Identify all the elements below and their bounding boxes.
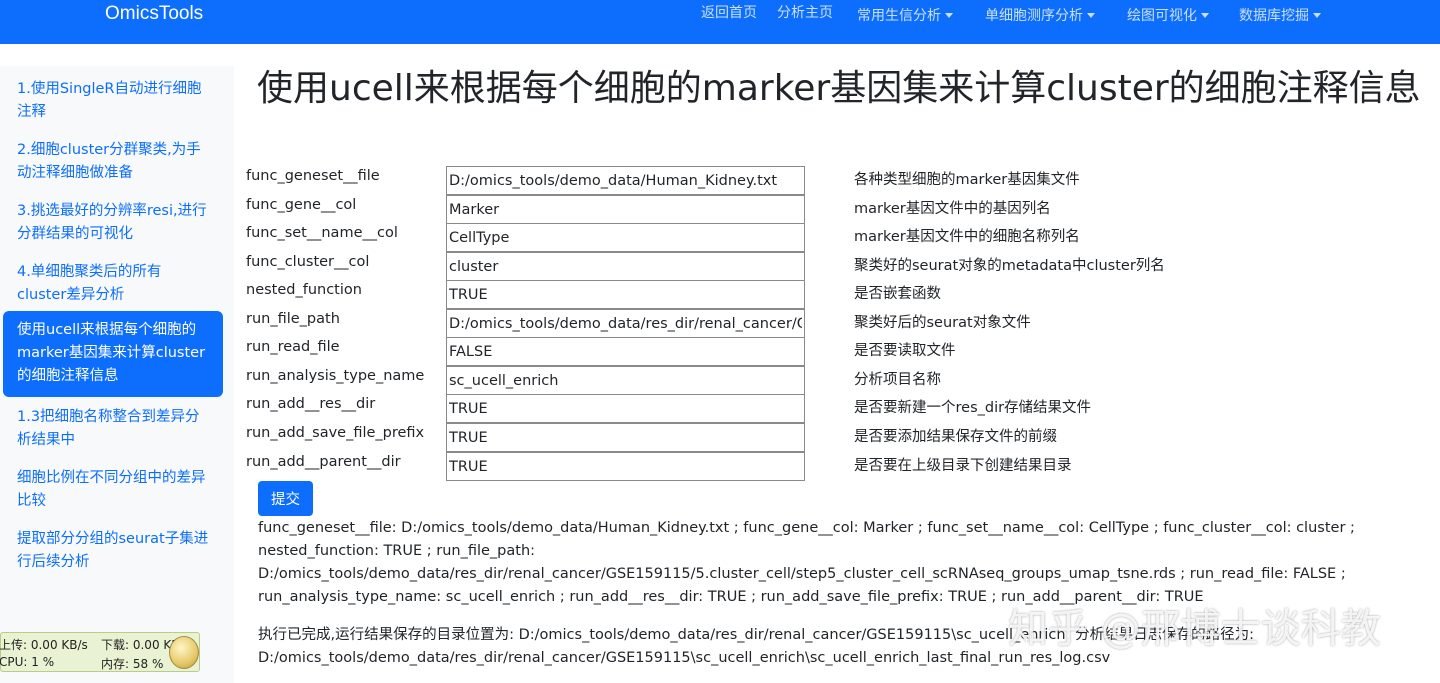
cluster-col-input[interactable] — [446, 252, 805, 281]
form-row-set-name-col: func_set__name__col marker基因文件中的细胞名称列名 — [246, 223, 1436, 252]
run-file-path-input[interactable] — [446, 309, 805, 338]
field-label: nested_function — [246, 282, 362, 298]
monitor-ball-icon — [169, 636, 199, 669]
cpu-usage: CPU: 1 % — [0, 655, 55, 669]
nav-analysis-home-label: 分析主页 — [777, 5, 833, 21]
form-row-run-file-path: run_file_path 聚类好后的seurat对象文件 — [246, 309, 1436, 338]
submit-button[interactable]: 提交 — [258, 481, 313, 516]
field-label: run_add_save_file_prefix — [246, 425, 425, 441]
geneset-file-input[interactable] — [446, 166, 805, 195]
chevron-down-icon — [945, 13, 953, 18]
form-row-add-save-file-prefix: run_add_save_file_prefix 是否要添加结果保存文件的前缀 — [246, 423, 1436, 452]
nav-common-bioinfo[interactable]: 常用生信分析 — [857, 5, 953, 25]
field-description: 是否要读取文件 — [854, 343, 956, 359]
watermark: 知乎 @邢博士谈科教 — [1008, 606, 1381, 652]
memory-usage: 内存: 58 % — [101, 657, 164, 671]
nav-common-bioinfo-label: 常用生信分析 — [857, 8, 941, 24]
sidebar-item-subset[interactable]: 提取部分分组的seurat子集进行后续分析 — [3, 522, 223, 580]
form-row-analysis-type-name: run_analysis_type_name 分析项目名称 — [246, 366, 1436, 395]
page-title: 使用ucell来根据每个细胞的marker基因集来计算cluster的细胞注释信… — [257, 68, 1421, 109]
chevron-down-icon — [1087, 13, 1095, 18]
field-label: func_cluster__col — [246, 254, 370, 270]
nav-database-mining[interactable]: 数据库挖掘 — [1239, 5, 1321, 25]
form-row-gene-col: func_gene__col marker基因文件中的基因列名 — [246, 195, 1436, 224]
analysis-type-name-input[interactable] — [446, 366, 805, 395]
form-row-add-res-dir: run_add__res__dir 是否要新建一个res_dir存储结果文件 — [246, 394, 1436, 423]
field-label: func_gene__col — [246, 197, 357, 213]
field-description: marker基因文件中的基因列名 — [854, 201, 1051, 217]
sidebar-item-merge-names[interactable]: 1.3把细胞名称整合到差异分析结果中 — [3, 400, 223, 458]
run-read-file-input[interactable] — [446, 337, 805, 366]
gene-col-input[interactable] — [446, 195, 805, 224]
field-description: 各种类型细胞的marker基因集文件 — [854, 172, 1080, 188]
sidebar-item-singler[interactable]: 1.使用SingleR自动进行细胞注释 — [3, 72, 223, 130]
field-label: run_read_file — [246, 339, 340, 355]
nav-single-cell[interactable]: 单细胞测序分析 — [985, 5, 1095, 25]
brand-logo[interactable]: OmicsTools — [105, 3, 203, 25]
field-label: func_geneset__file — [246, 168, 380, 184]
field-label: run_analysis_type_name — [246, 368, 425, 384]
system-monitor-widget[interactable]: 上传: 0.00 KB/s 下载: 0.00 KB/s CPU: 1 % 内存:… — [0, 632, 200, 672]
set-name-col-input[interactable] — [446, 223, 805, 252]
field-description: 是否要添加结果保存文件的前缀 — [854, 429, 1057, 445]
upload-speed: 上传: 0.00 KB/s — [0, 638, 88, 652]
field-label: func_set__name__col — [246, 225, 398, 241]
field-description: marker基因文件中的细胞名称列名 — [854, 229, 1080, 245]
form-row-run-read-file: run_read_file 是否要读取文件 — [246, 337, 1436, 366]
field-description: 聚类好后的seurat对象文件 — [854, 315, 1031, 331]
sidebar-item-cluster-diff[interactable]: 4.单细胞聚类后的所有cluster差异分析 — [3, 255, 223, 313]
field-description: 是否要新建一个res_dir存储结果文件 — [854, 400, 1092, 416]
chevron-down-icon — [1313, 13, 1321, 18]
field-description: 是否嵌套函数 — [854, 286, 941, 302]
add-parent-dir-input[interactable] — [446, 452, 805, 481]
field-label: run_file_path — [246, 311, 340, 327]
field-description: 分析项目名称 — [854, 372, 941, 388]
field-description: 聚类好的seurat对象的metadata中cluster列名 — [854, 258, 1165, 274]
form-row-nested-function: nested_function 是否嵌套函数 — [246, 280, 1436, 309]
form-row-add-parent-dir: run_add__parent__dir 是否要在上级目录下创建结果目录 — [246, 452, 1436, 481]
field-description: 是否要在上级目录下创建结果目录 — [854, 458, 1072, 474]
sidebar-item-proportion[interactable]: 细胞比例在不同分组中的差异比较 — [3, 461, 223, 519]
nav-database-mining-label: 数据库挖掘 — [1239, 8, 1309, 24]
add-res-dir-input[interactable] — [446, 394, 805, 423]
top-navbar: OmicsTools 返回首页 分析主页 常用生信分析 单细胞测序分析 绘图可视… — [0, 0, 1440, 44]
nav-analysis-home[interactable]: 分析主页 — [777, 2, 833, 22]
nav-single-cell-label: 单细胞测序分析 — [985, 8, 1083, 24]
nav-visualization[interactable]: 绘图可视化 — [1127, 5, 1209, 25]
field-label: run_add__res__dir — [246, 396, 376, 412]
nav-visualization-label: 绘图可视化 — [1127, 8, 1197, 24]
sidebar-item-ucell[interactable]: 使用ucell来根据每个细胞的marker基因集来计算cluster的细胞注释信… — [3, 311, 223, 397]
field-label: run_add__parent__dir — [246, 454, 401, 470]
nested-function-input[interactable] — [446, 280, 805, 309]
sidebar: 1.使用SingleR自动进行细胞注释 2.细胞cluster分群聚类,为手动注… — [0, 66, 234, 683]
sidebar-item-cluster[interactable]: 2.细胞cluster分群聚类,为手动注释细胞做准备 — [3, 133, 223, 191]
form-row-cluster-col: func_cluster__col 聚类好的seurat对象的metadata中… — [246, 252, 1436, 281]
nav-home[interactable]: 返回首页 — [701, 2, 757, 22]
chevron-down-icon — [1201, 13, 1209, 18]
nav-home-label: 返回首页 — [701, 5, 757, 21]
sidebar-item-resolution[interactable]: 3.挑选最好的分辨率resi,进行分群结果的可视化 — [3, 194, 223, 252]
add-save-file-prefix-input[interactable] — [446, 423, 805, 452]
form-row-geneset-file: func_geneset__file 各种类型细胞的marker基因集文件 — [246, 166, 1436, 195]
